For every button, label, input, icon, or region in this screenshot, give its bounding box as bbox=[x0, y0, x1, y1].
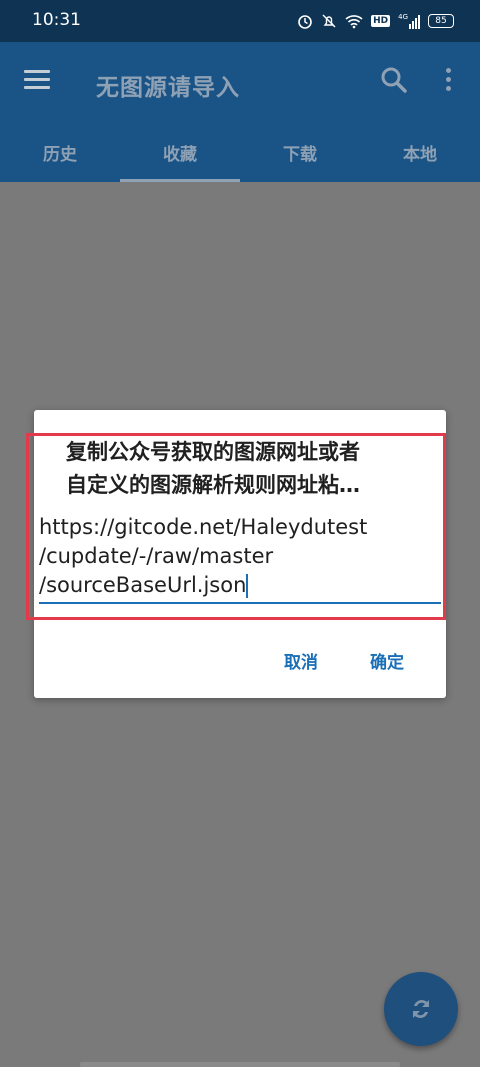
page-title: 无图源请导入 bbox=[96, 75, 240, 101]
highlight-box bbox=[26, 433, 446, 620]
signal-icon: 4G bbox=[398, 13, 420, 29]
app-bar: 无图源请导入 历史 收藏 下载 本地 bbox=[0, 42, 480, 182]
cancel-button[interactable]: 取消 bbox=[284, 648, 318, 673]
search-icon[interactable] bbox=[380, 66, 408, 94]
wifi-icon bbox=[345, 15, 363, 29]
confirm-button[interactable]: 确定 bbox=[370, 648, 404, 673]
battery-icon: 85 bbox=[428, 14, 454, 28]
status-bar: 10:31 HD 4G 85 bbox=[0, 0, 480, 42]
status-icons: HD 4G 85 bbox=[297, 12, 454, 30]
network-type-label: 4G bbox=[398, 13, 408, 21]
tab-downloads[interactable]: 下载 bbox=[240, 130, 360, 182]
tab-bar: 历史 收藏 下载 本地 bbox=[0, 130, 480, 182]
hd-icon: HD bbox=[371, 15, 391, 27]
tab-history[interactable]: 历史 bbox=[0, 130, 120, 182]
navigation-handle[interactable] bbox=[80, 1062, 400, 1067]
menu-icon[interactable] bbox=[24, 70, 50, 90]
more-vert-icon[interactable] bbox=[446, 68, 451, 95]
mute-icon bbox=[322, 14, 336, 28]
tab-favorites[interactable]: 收藏 bbox=[120, 130, 240, 182]
sync-button[interactable] bbox=[384, 972, 458, 1046]
tab-local[interactable]: 本地 bbox=[360, 130, 480, 182]
sync-icon bbox=[413, 1000, 429, 1018]
status-time: 10:31 bbox=[32, 10, 81, 30]
alarm-icon bbox=[298, 15, 312, 29]
